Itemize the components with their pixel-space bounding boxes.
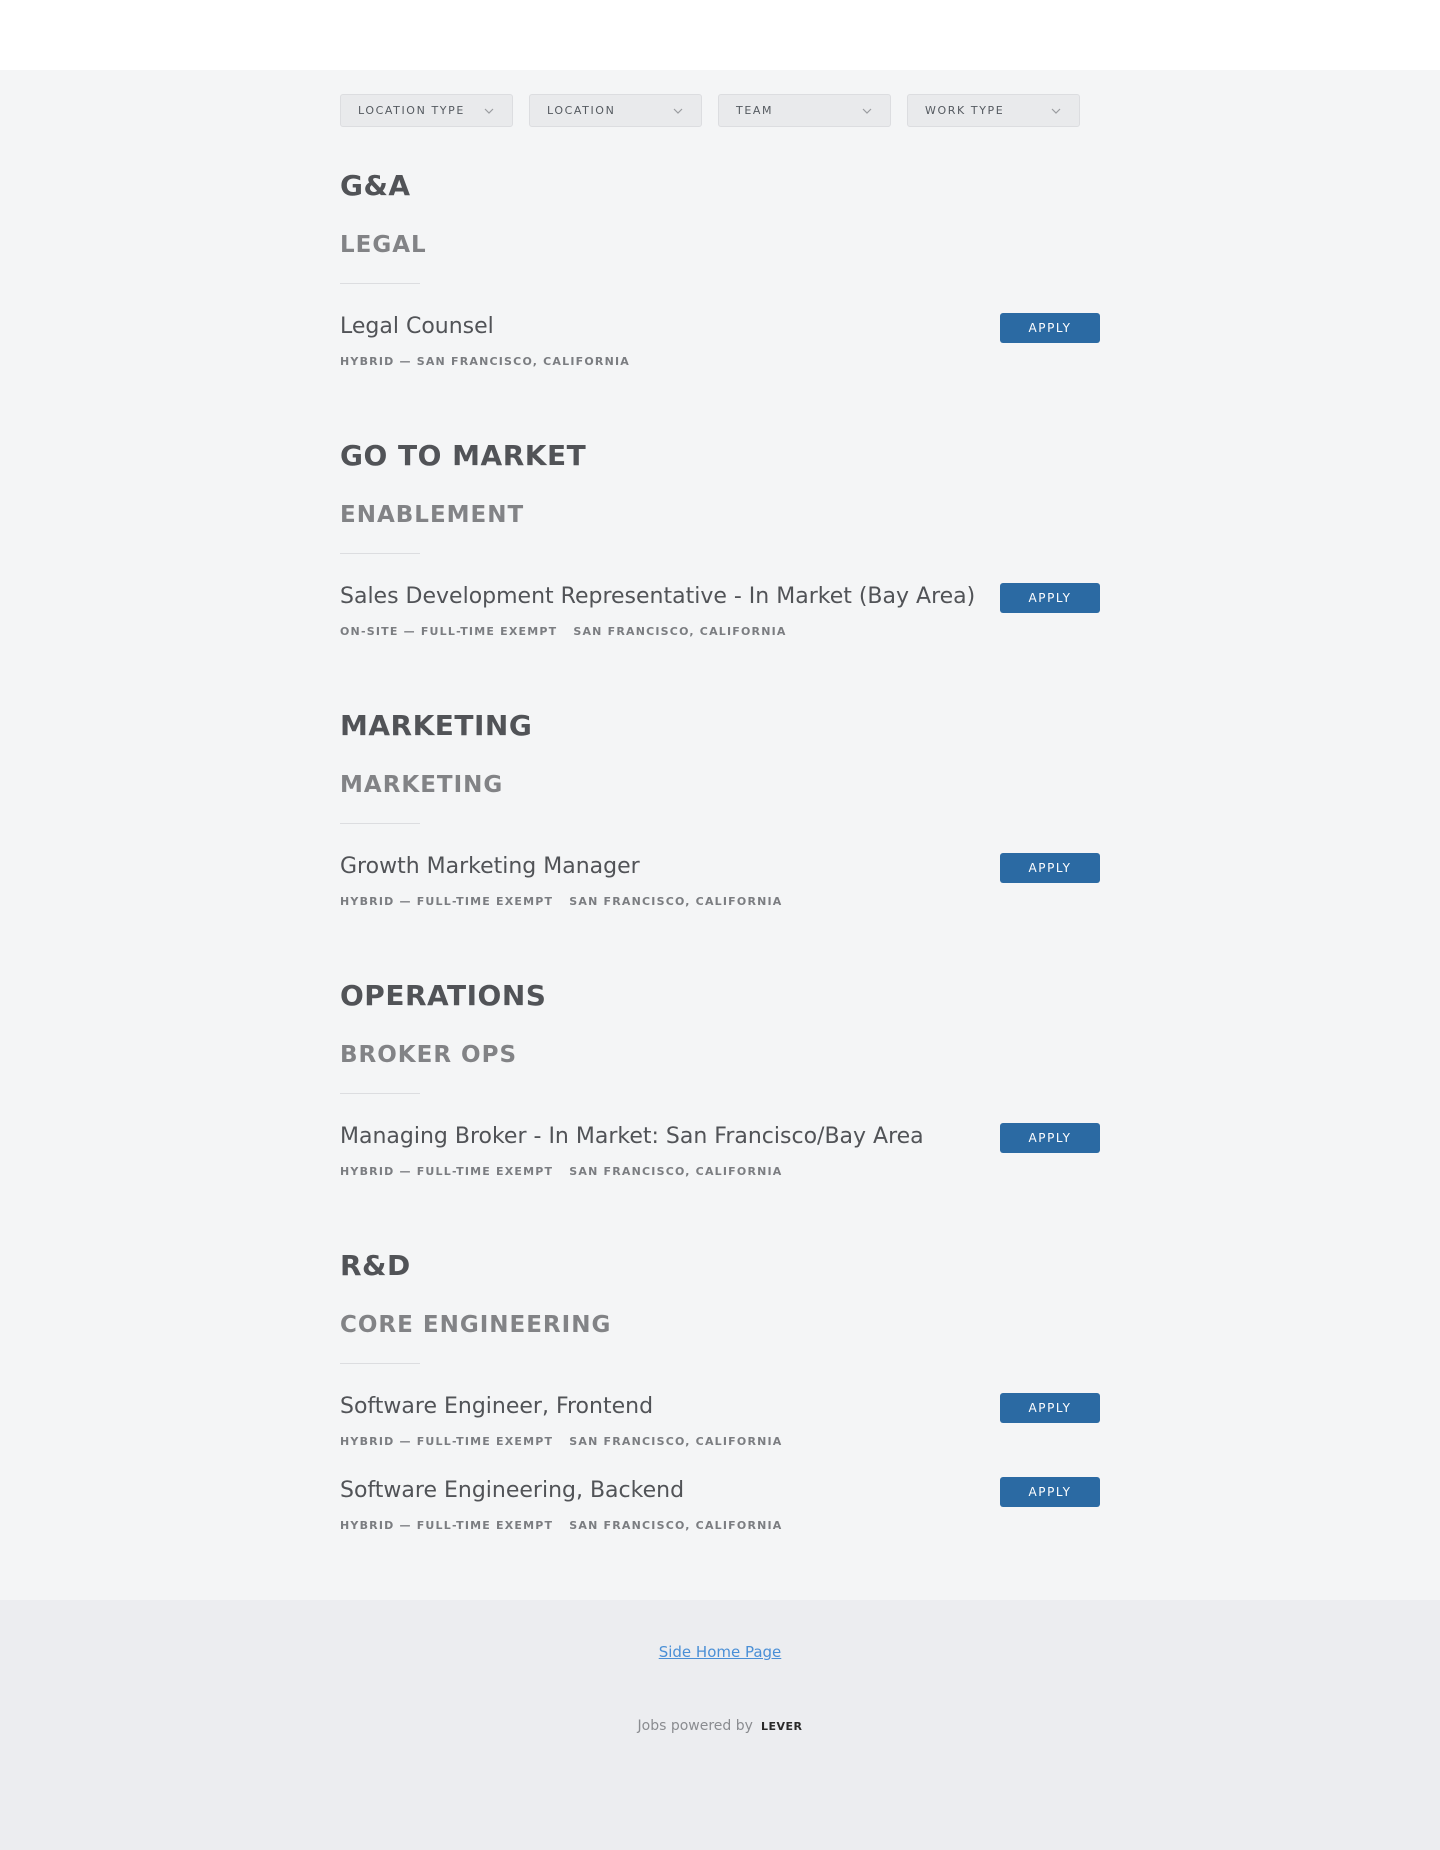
filter-team[interactable]: TEAM bbox=[718, 94, 891, 127]
department-heading: MARKETING bbox=[340, 709, 533, 742]
filter-location-type[interactable]: LOCATION TYPE bbox=[340, 94, 513, 127]
posting: Sales Development Representative - In Ma… bbox=[340, 583, 1100, 668]
divider bbox=[340, 283, 420, 284]
divider bbox=[340, 1093, 420, 1094]
posting-meta: HYBRID — FULL-TIME EXEMPT SAN FRANCISCO,… bbox=[340, 895, 783, 908]
apply-button[interactable]: APPLY bbox=[1000, 583, 1100, 613]
powered-by-text: Jobs powered by bbox=[637, 1718, 753, 1734]
posting-group: G&A LEGAL Legal Counsel HYBRID — SAN FRA… bbox=[340, 169, 1100, 398]
divider bbox=[340, 553, 420, 554]
filter-label: LOCATION TYPE bbox=[358, 104, 465, 117]
chevron-down-icon bbox=[482, 104, 496, 118]
filter-label: LOCATION bbox=[547, 104, 616, 117]
posting-commitment: ON-SITE — FULL-TIME EXEMPT bbox=[340, 625, 558, 638]
posting-meta: HYBRID — FULL-TIME EXEMPT SAN FRANCISCO,… bbox=[340, 1435, 783, 1448]
department-heading: R&D bbox=[340, 1249, 411, 1282]
chevron-down-icon bbox=[671, 104, 685, 118]
apply-button[interactable]: APPLY bbox=[1000, 1393, 1100, 1423]
apply-button[interactable]: APPLY bbox=[1000, 853, 1100, 883]
posting-commitment: HYBRID — FULL-TIME EXEMPT bbox=[340, 1435, 554, 1448]
home-page-link[interactable]: Side Home Page bbox=[659, 1643, 782, 1661]
apply-button[interactable]: APPLY bbox=[1000, 313, 1100, 343]
posting-group: MARKETING MARKETING Growth Marketing Man… bbox=[340, 709, 1100, 938]
filter-location[interactable]: LOCATION bbox=[529, 94, 702, 127]
posting-commitment: HYBRID — FULL-TIME EXEMPT bbox=[340, 1165, 554, 1178]
posting-title[interactable]: Software Engineering, Backend bbox=[340, 1478, 684, 1503]
posting-location: SAN FRANCISCO, CALIFORNIA bbox=[569, 1435, 783, 1448]
posting-meta: HYBRID — FULL-TIME EXEMPT SAN FRANCISCO,… bbox=[340, 1165, 783, 1178]
apply-button[interactable]: APPLY bbox=[1000, 1123, 1100, 1153]
divider bbox=[340, 823, 420, 824]
posting: Software Engineer, Frontend HYBRID — FUL… bbox=[340, 1393, 1100, 1478]
posting-commitment: HYBRID — SAN FRANCISCO, CALIFORNIA bbox=[340, 355, 630, 368]
posting-location: SAN FRANCISCO, CALIFORNIA bbox=[573, 625, 787, 638]
posting: Software Engineering, Backend HYBRID — F… bbox=[340, 1477, 1100, 1562]
posting: Legal Counsel HYBRID — SAN FRANCISCO, CA… bbox=[340, 313, 1100, 398]
department-heading: GO TO MARKET bbox=[340, 439, 587, 472]
divider bbox=[340, 1363, 420, 1364]
filter-label: WORK TYPE bbox=[925, 104, 1005, 117]
posting-title[interactable]: Software Engineer, Frontend bbox=[340, 1394, 653, 1419]
posting-title[interactable]: Growth Marketing Manager bbox=[340, 854, 640, 879]
team-heading: LEGAL bbox=[340, 232, 427, 258]
posting-title[interactable]: Managing Broker - In Market: San Francis… bbox=[340, 1124, 924, 1149]
team-heading: CORE ENGINEERING bbox=[340, 1312, 612, 1338]
lever-logo[interactable]: LEVER bbox=[761, 1720, 803, 1733]
filter-work-type[interactable]: WORK TYPE bbox=[907, 94, 1080, 127]
posting-location: SAN FRANCISCO, CALIFORNIA bbox=[569, 1519, 783, 1532]
apply-button[interactable]: APPLY bbox=[1000, 1477, 1100, 1507]
team-heading: MARKETING bbox=[340, 772, 504, 798]
posting-meta: HYBRID — FULL-TIME EXEMPT SAN FRANCISCO,… bbox=[340, 1519, 783, 1532]
chevron-down-icon bbox=[860, 104, 874, 118]
posting-group: R&D CORE ENGINEERING Software Engineer, … bbox=[340, 1249, 1100, 1562]
filter-label: TEAM bbox=[736, 104, 774, 117]
posting-group: OPERATIONS BROKER OPS Managing Broker - … bbox=[340, 979, 1100, 1208]
department-heading: OPERATIONS bbox=[340, 979, 547, 1012]
filter-bar: LOCATION TYPE LOCATION TEAM WORK TYPE bbox=[340, 70, 1100, 127]
posting-meta: ON-SITE — FULL-TIME EXEMPT SAN FRANCISCO… bbox=[340, 625, 787, 638]
posting-group: GO TO MARKET ENABLEMENT Sales Developmen… bbox=[340, 439, 1100, 668]
posting-title[interactable]: Sales Development Representative - In Ma… bbox=[340, 584, 975, 609]
chevron-down-icon bbox=[1049, 104, 1063, 118]
posting-commitment: HYBRID — FULL-TIME EXEMPT bbox=[340, 1519, 554, 1532]
footer: Side Home Page Jobs powered by LEVER bbox=[0, 1600, 1440, 1850]
posting: Growth Marketing Manager HYBRID — FULL-T… bbox=[340, 853, 1100, 938]
department-heading: G&A bbox=[340, 169, 411, 202]
posting-location: SAN FRANCISCO, CALIFORNIA bbox=[569, 1165, 783, 1178]
posting-meta: HYBRID — SAN FRANCISCO, CALIFORNIA bbox=[340, 355, 630, 368]
listings-column: LOCATION TYPE LOCATION TEAM WORK TYPE G&… bbox=[340, 70, 1100, 1562]
powered-by: Jobs powered by LEVER bbox=[0, 1718, 1440, 1734]
home-link-wrap: Side Home Page bbox=[0, 1642, 1440, 1661]
posting-commitment: HYBRID — FULL-TIME EXEMPT bbox=[340, 895, 554, 908]
posting-location: SAN FRANCISCO, CALIFORNIA bbox=[569, 895, 783, 908]
team-heading: BROKER OPS bbox=[340, 1042, 518, 1068]
team-heading: ENABLEMENT bbox=[340, 502, 525, 528]
top-bar bbox=[0, 0, 1440, 70]
posting: Managing Broker - In Market: San Francis… bbox=[340, 1123, 1100, 1208]
job-listings: LOCATION TYPE LOCATION TEAM WORK TYPE G&… bbox=[0, 70, 1440, 1600]
posting-title[interactable]: Legal Counsel bbox=[340, 314, 494, 339]
